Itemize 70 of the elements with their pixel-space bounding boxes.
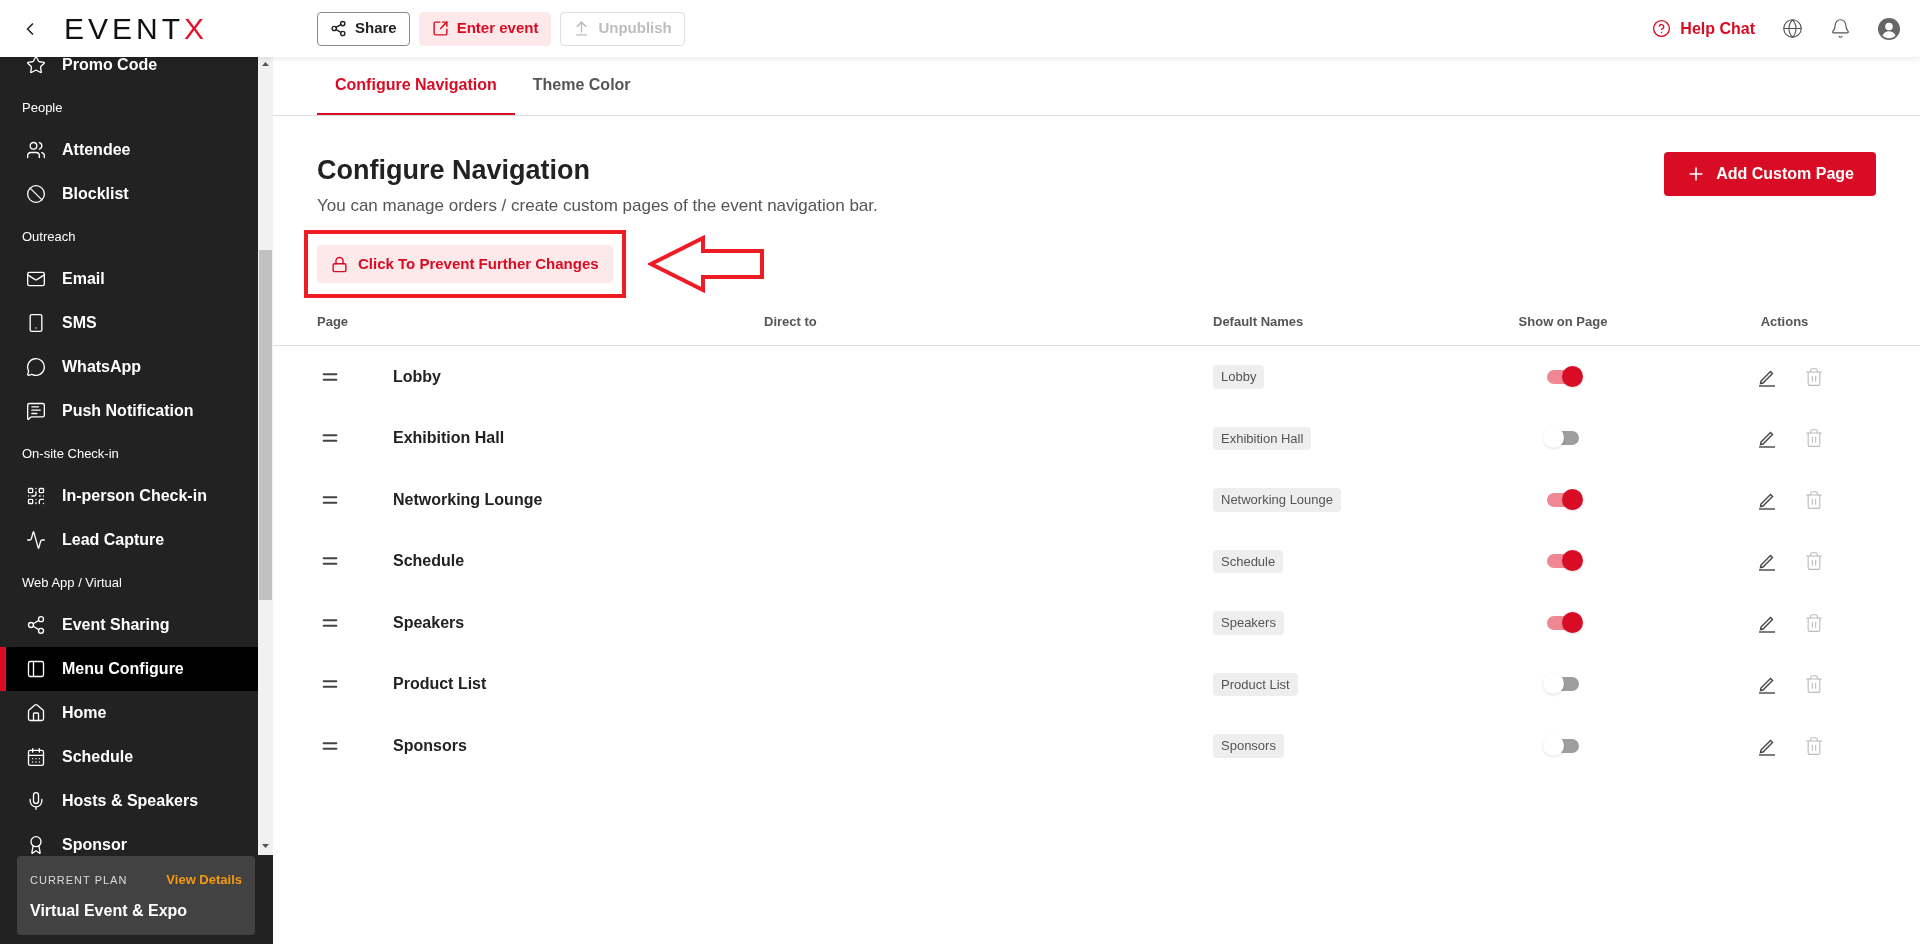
lock-icon	[331, 255, 348, 273]
add-custom-page-button[interactable]: Add Custom Page	[1664, 152, 1876, 196]
tab[interactable]: Configure Navigation	[317, 56, 515, 115]
sidebar-item[interactable]: WhatsApp	[0, 345, 258, 389]
sidebar-icon	[26, 659, 46, 679]
sidebar-item[interactable]: Promo Code	[0, 57, 258, 87]
sidebar-icon	[26, 269, 46, 289]
sidebar-item[interactable]: Lead Capture	[0, 518, 258, 562]
page-name: Lobby	[393, 366, 441, 387]
share-button[interactable]: Share	[317, 11, 410, 46]
page-subtitle: You can manage orders / create custom pages of the event navigation bar.	[317, 194, 878, 217]
view-details-link[interactable]: View Details	[166, 870, 242, 890]
sidebar-item[interactable]: Menu Configure	[0, 647, 258, 691]
plan-caption: CURRENT PLAN	[30, 872, 128, 888]
default-name-tag: Product List	[1213, 672, 1298, 696]
sidebar-icon	[26, 184, 46, 204]
sidebar-item[interactable]: Hosts & Speakers	[0, 779, 258, 823]
sidebar-icon	[26, 486, 46, 506]
page-name: Networking Lounge	[393, 489, 543, 510]
sidebar-item[interactable]: Blocklist	[0, 172, 258, 216]
help-chat-button[interactable]: Help Chat	[1652, 16, 1755, 41]
globe-icon[interactable]	[1782, 18, 1803, 39]
sidebar-section-label: Outreach	[21, 227, 77, 246]
column-header: Page	[317, 312, 350, 331]
sidebar-icon	[26, 747, 46, 767]
sidebar-icon	[26, 357, 46, 377]
sidebar-section-label: On-site Check-in	[21, 444, 120, 463]
plan-name: Virtual Event & Expo	[30, 900, 189, 921]
help-icon	[1652, 19, 1672, 38]
notification-icon[interactable]	[1830, 18, 1851, 39]
default-name-tag: Speakers	[1213, 611, 1284, 635]
sidebar-item[interactable]: Push Notification	[0, 389, 258, 433]
page-title: Configure Navigation	[317, 154, 591, 187]
external-link-icon	[431, 20, 449, 37]
sidebar-item[interactable]: In-person Check-in	[0, 474, 258, 518]
sidebar-icon	[26, 703, 46, 723]
default-name-tag: Networking Lounge	[1213, 488, 1342, 512]
column-header: Direct to	[764, 312, 818, 331]
sidebar-item[interactable]: Home	[0, 691, 258, 735]
sidebar-item[interactable]: Email	[0, 257, 258, 301]
default-name-tag: Lobby	[1213, 365, 1265, 389]
scrollbar-drawing[interactable]	[258, 57, 273, 855]
lock-button[interactable]: Click To Prevent Further Changes	[317, 245, 613, 283]
share-icon	[330, 20, 347, 37]
sidebar-section-label: People	[21, 98, 64, 117]
sidebar-section-label: Web App / Virtual	[21, 573, 123, 592]
default-name-tag: Sponsors	[1213, 734, 1284, 758]
column-header: Actions	[1760, 312, 1809, 331]
default-name-tag: Schedule	[1213, 549, 1284, 573]
page-name: Speakers	[393, 612, 465, 633]
column-header: Default Names	[1213, 312, 1305, 331]
page-name: Sponsors	[393, 735, 467, 756]
page-name: Exhibition Hall	[393, 428, 505, 449]
sidebar-item[interactable]: Attendee	[0, 128, 258, 172]
sidebar-icon	[26, 615, 46, 635]
page-name: Product List	[393, 674, 487, 695]
page-name: Schedule	[393, 551, 465, 572]
sidebar-item[interactable]: Sponsor	[0, 823, 258, 856]
sidebar-icon	[26, 140, 46, 160]
avatar-icon[interactable]	[1878, 17, 1900, 40]
default-name-tag: Exhibition Hall	[1213, 426, 1312, 450]
sidebar-icon	[26, 530, 46, 550]
sidebar-item[interactable]: Event Sharing	[0, 603, 258, 647]
sidebar-item[interactable]: SMS	[0, 301, 258, 345]
sidebar-icon	[26, 401, 46, 421]
sidebar-item[interactable]: Schedule	[0, 735, 258, 779]
tab[interactable]: Theme Color	[514, 56, 649, 115]
column-header: Show on Page	[1518, 312, 1608, 331]
logo: EVENTX	[64, 11, 209, 47]
enter-event-button[interactable]: Enter event	[418, 11, 552, 46]
